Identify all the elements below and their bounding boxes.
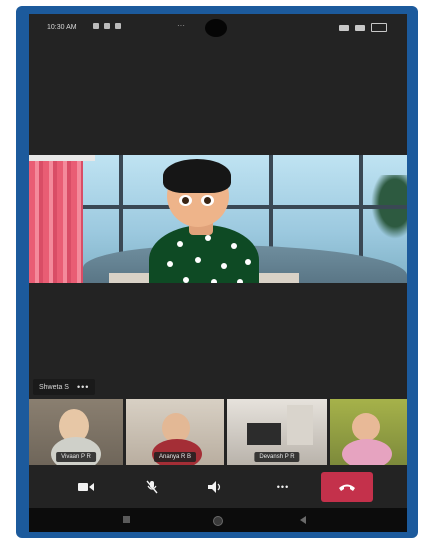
system-nav-bar bbox=[29, 508, 407, 532]
notification-icons bbox=[93, 23, 121, 29]
more-options-button[interactable]: ••• bbox=[271, 478, 295, 496]
status-right-icons bbox=[339, 23, 387, 32]
participant-tile[interactable]: Vivaan P R bbox=[29, 399, 123, 465]
notification-icon bbox=[93, 23, 99, 29]
participant-name: Devansh P R bbox=[254, 452, 300, 462]
avatar-eye bbox=[201, 195, 214, 206]
mic-button[interactable] bbox=[141, 478, 163, 496]
participant-tile[interactable] bbox=[330, 399, 407, 465]
participant-strip: Vivaan P R Ananya R B Devansh P R bbox=[29, 399, 407, 465]
participant-clothes bbox=[342, 439, 392, 465]
status-dots: ··· bbox=[177, 21, 185, 30]
camera-icon bbox=[78, 483, 94, 491]
speaker-icon bbox=[208, 481, 221, 493]
curtain bbox=[29, 155, 83, 283]
status-time: 10:30 AM bbox=[47, 24, 77, 31]
battery-icon bbox=[371, 23, 387, 32]
home-icon[interactable] bbox=[213, 516, 223, 526]
signal-icon bbox=[339, 24, 349, 31]
camera-notch bbox=[205, 19, 227, 37]
wifi-icon bbox=[355, 24, 365, 31]
notification-icon bbox=[104, 23, 110, 29]
presenter-name-chip[interactable]: Shweta S ••• bbox=[33, 379, 96, 395]
speaker-button[interactable] bbox=[205, 478, 227, 496]
avatar-eye bbox=[179, 195, 192, 206]
end-call-icon bbox=[339, 484, 355, 491]
camera-button[interactable] bbox=[75, 478, 97, 496]
participant-background bbox=[287, 405, 313, 445]
presenter-more-button[interactable]: ••• bbox=[77, 382, 89, 392]
avatar-hair bbox=[163, 159, 231, 193]
status-bar: 10:30 AM ··· bbox=[29, 14, 407, 40]
participant-name: Vivaan P R bbox=[56, 452, 96, 462]
participant-tile[interactable]: Devansh P R bbox=[227, 399, 327, 465]
curtain-rod bbox=[29, 155, 95, 161]
window-mullion bbox=[83, 205, 407, 209]
participant-tile[interactable]: Ananya R B bbox=[126, 399, 224, 465]
tree-silhouette bbox=[367, 175, 407, 245]
participant-name: Ananya R B bbox=[153, 452, 197, 462]
phone-screen: 10:30 AM ··· Shweta S ••• Vivaan P R Ana… bbox=[29, 14, 407, 532]
back-icon[interactable] bbox=[299, 516, 307, 524]
participant-face bbox=[352, 413, 380, 441]
end-call-button[interactable] bbox=[321, 472, 373, 502]
recent-apps-icon[interactable] bbox=[123, 516, 130, 523]
call-controls: ••• bbox=[29, 472, 407, 502]
participant-object bbox=[247, 423, 281, 445]
main-video[interactable] bbox=[29, 155, 407, 283]
mic-off-icon bbox=[146, 480, 158, 494]
presenter-name: Shweta S bbox=[39, 383, 69, 391]
notification-icon bbox=[115, 23, 121, 29]
